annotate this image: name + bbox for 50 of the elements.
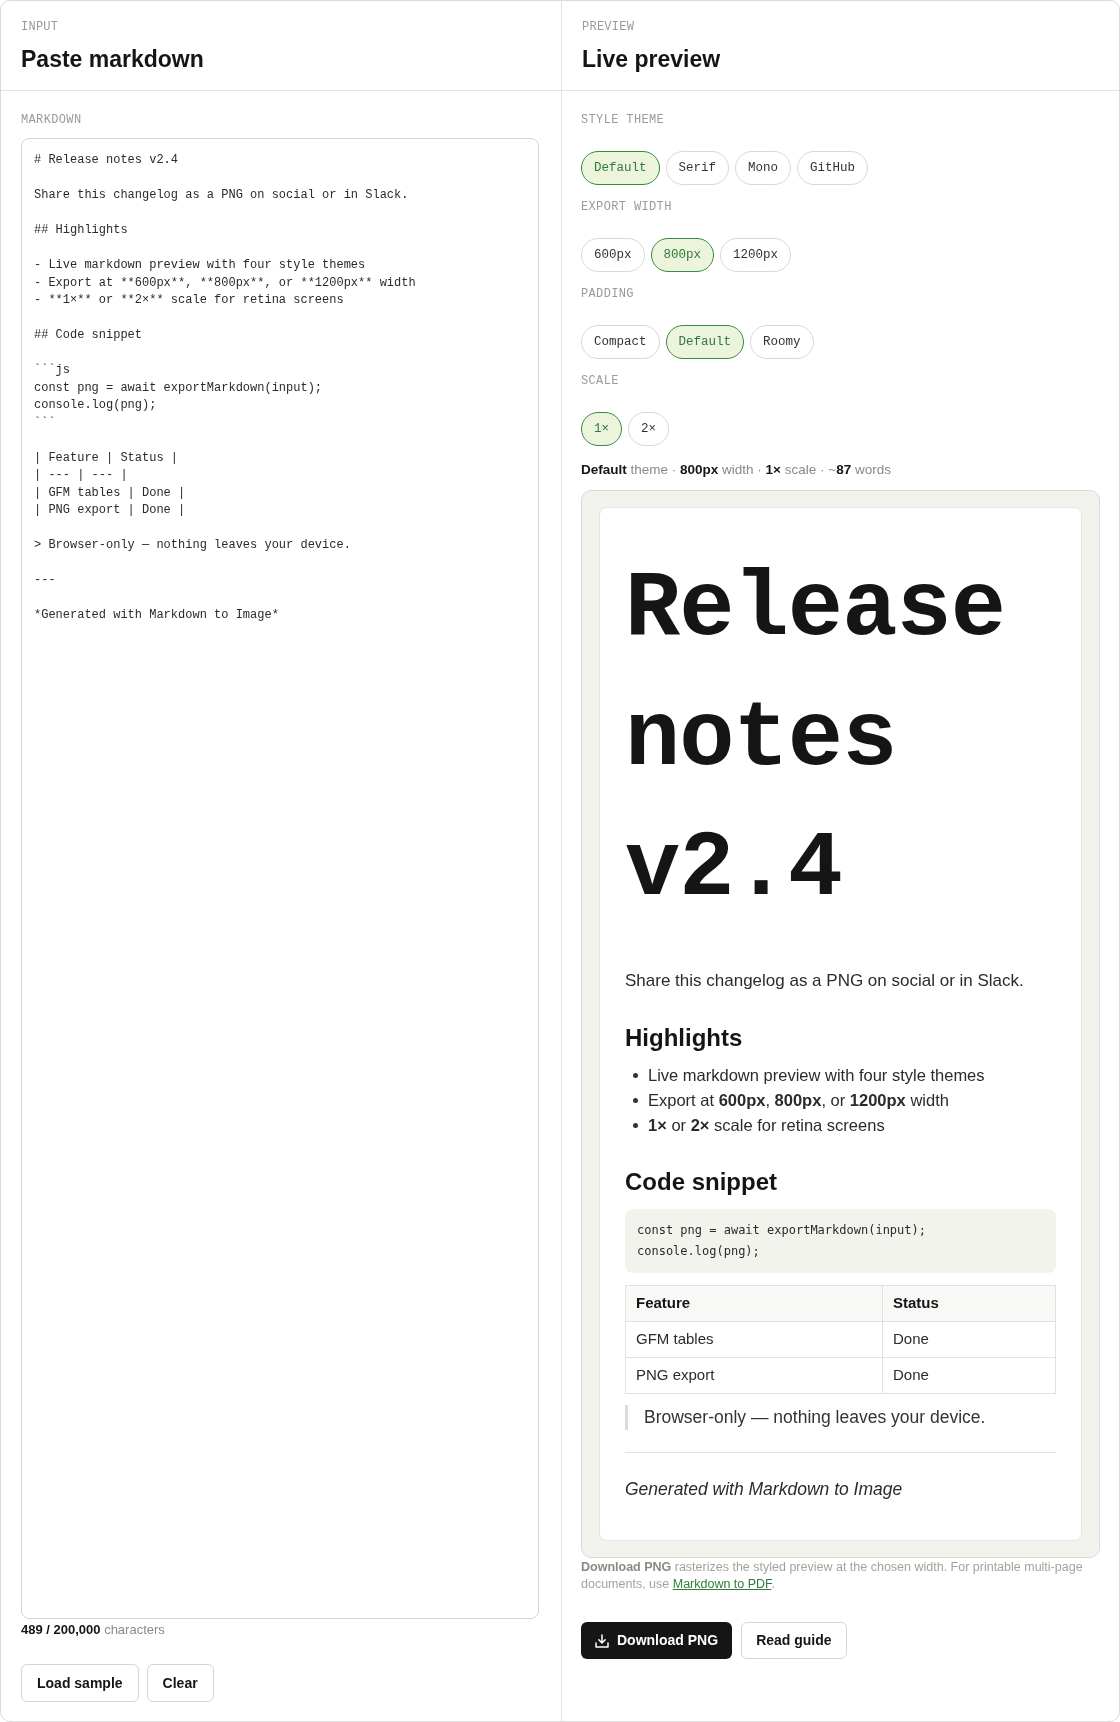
width-option[interactable]: 800px [650,238,715,272]
list-item: Export at 600px, 800px, or 1200px width [648,1090,949,1111]
option-group-label: EXPORT WIDTH [581,199,673,215]
table-cell: GFM tables [625,1321,883,1358]
field-label: MARKDOWN [21,112,83,128]
pdf-link[interactable]: Markdown to PDF [672,1577,772,1591]
preview-paragraph: Share this changelog as a PNG on social or in Slack. [625,970,1025,992]
text-button[interactable]: Clear [146,1664,214,1702]
padding-option[interactable]: Roomy [750,325,814,359]
table-header-cell: Feature [625,1285,883,1322]
scale-option[interactable]: 1× [581,412,622,446]
table-cell: Done [882,1357,1056,1394]
option-group-label: STYLE THEME [581,112,666,128]
section-eyebrow: INPUT [21,19,60,35]
download-button[interactable]: Download PNG [581,1622,733,1659]
download-icon [595,1633,609,1648]
list-item: 1× or 2× scale for retina screens [648,1115,885,1136]
width-option[interactable]: 1200px [720,238,792,272]
theme-option[interactable]: Mono [735,151,792,185]
bullet-icon [633,1073,638,1078]
width-option[interactable]: 600px [581,238,645,272]
quote-text: Browser-only — nothing leaves your device. [625,1405,1056,1430]
table-header-cell: Status [882,1285,1056,1322]
theme-option[interactable]: GitHub [797,151,869,185]
scale-option[interactable]: 2× [628,412,670,446]
padding-option[interactable]: Compact [581,325,660,359]
markdown-input-field[interactable]: # Release notes v2.4 Share this changelog as a PNG on social or in Slack. ## Highlights - Live markdown preview with four style themes - Export at **600px**, **800px**, or **1200px** width - **1×** or **2×** scale for retina screens ## Code snippet ```js const png = await exportMarkdown(input); console.log(png); ``` | Feature | Status | | --- | --- | | GFM tables | Done | | PNG export | Done | > Browser-only — nothing leaves your device. --- *Generated with Markdown to Image* [21,138,539,1619]
option-group-label: PADDING [581,286,635,302]
option-group-label: SCALE [581,373,620,389]
character-count: 489 / 200,000 characters [21,1622,166,1638]
panel-title: Paste markdown [21,45,205,74]
code-snippet: const png = await exportMarkdown(input); console.log(png); [625,1209,1056,1273]
read-guide-button[interactable]: Read guide [741,1622,847,1659]
bullet-icon [633,1098,638,1103]
list-item: Live markdown preview with four style themes [648,1065,985,1086]
padding-option[interactable]: Default [665,325,745,359]
preview-italic-note: Generated with Markdown to Image [625,1478,904,1501]
preview-heading: Highlights [625,1023,744,1053]
theme-option[interactable]: Serif [665,151,730,185]
panel-title: Live preview [582,45,722,74]
table-cell: Done [882,1321,1056,1358]
preview-title: Release notes v2.4 [625,556,1007,924]
text-button[interactable]: Load sample [21,1664,139,1702]
theme-option[interactable]: Default [581,151,660,185]
bullet-icon [633,1123,638,1128]
section-eyebrow: PREVIEW [582,19,636,35]
preview-heading: Code snippet [625,1167,778,1197]
settings-summary: Default theme · 800px width · 1× scale · ~87 words [581,461,892,479]
table-cell: PNG export [625,1357,883,1394]
export-note: Download PNG rasterizes the styled preview at the chosen width. For printable multi-page documents, use Markdown to PDF. [581,1559,1084,1593]
